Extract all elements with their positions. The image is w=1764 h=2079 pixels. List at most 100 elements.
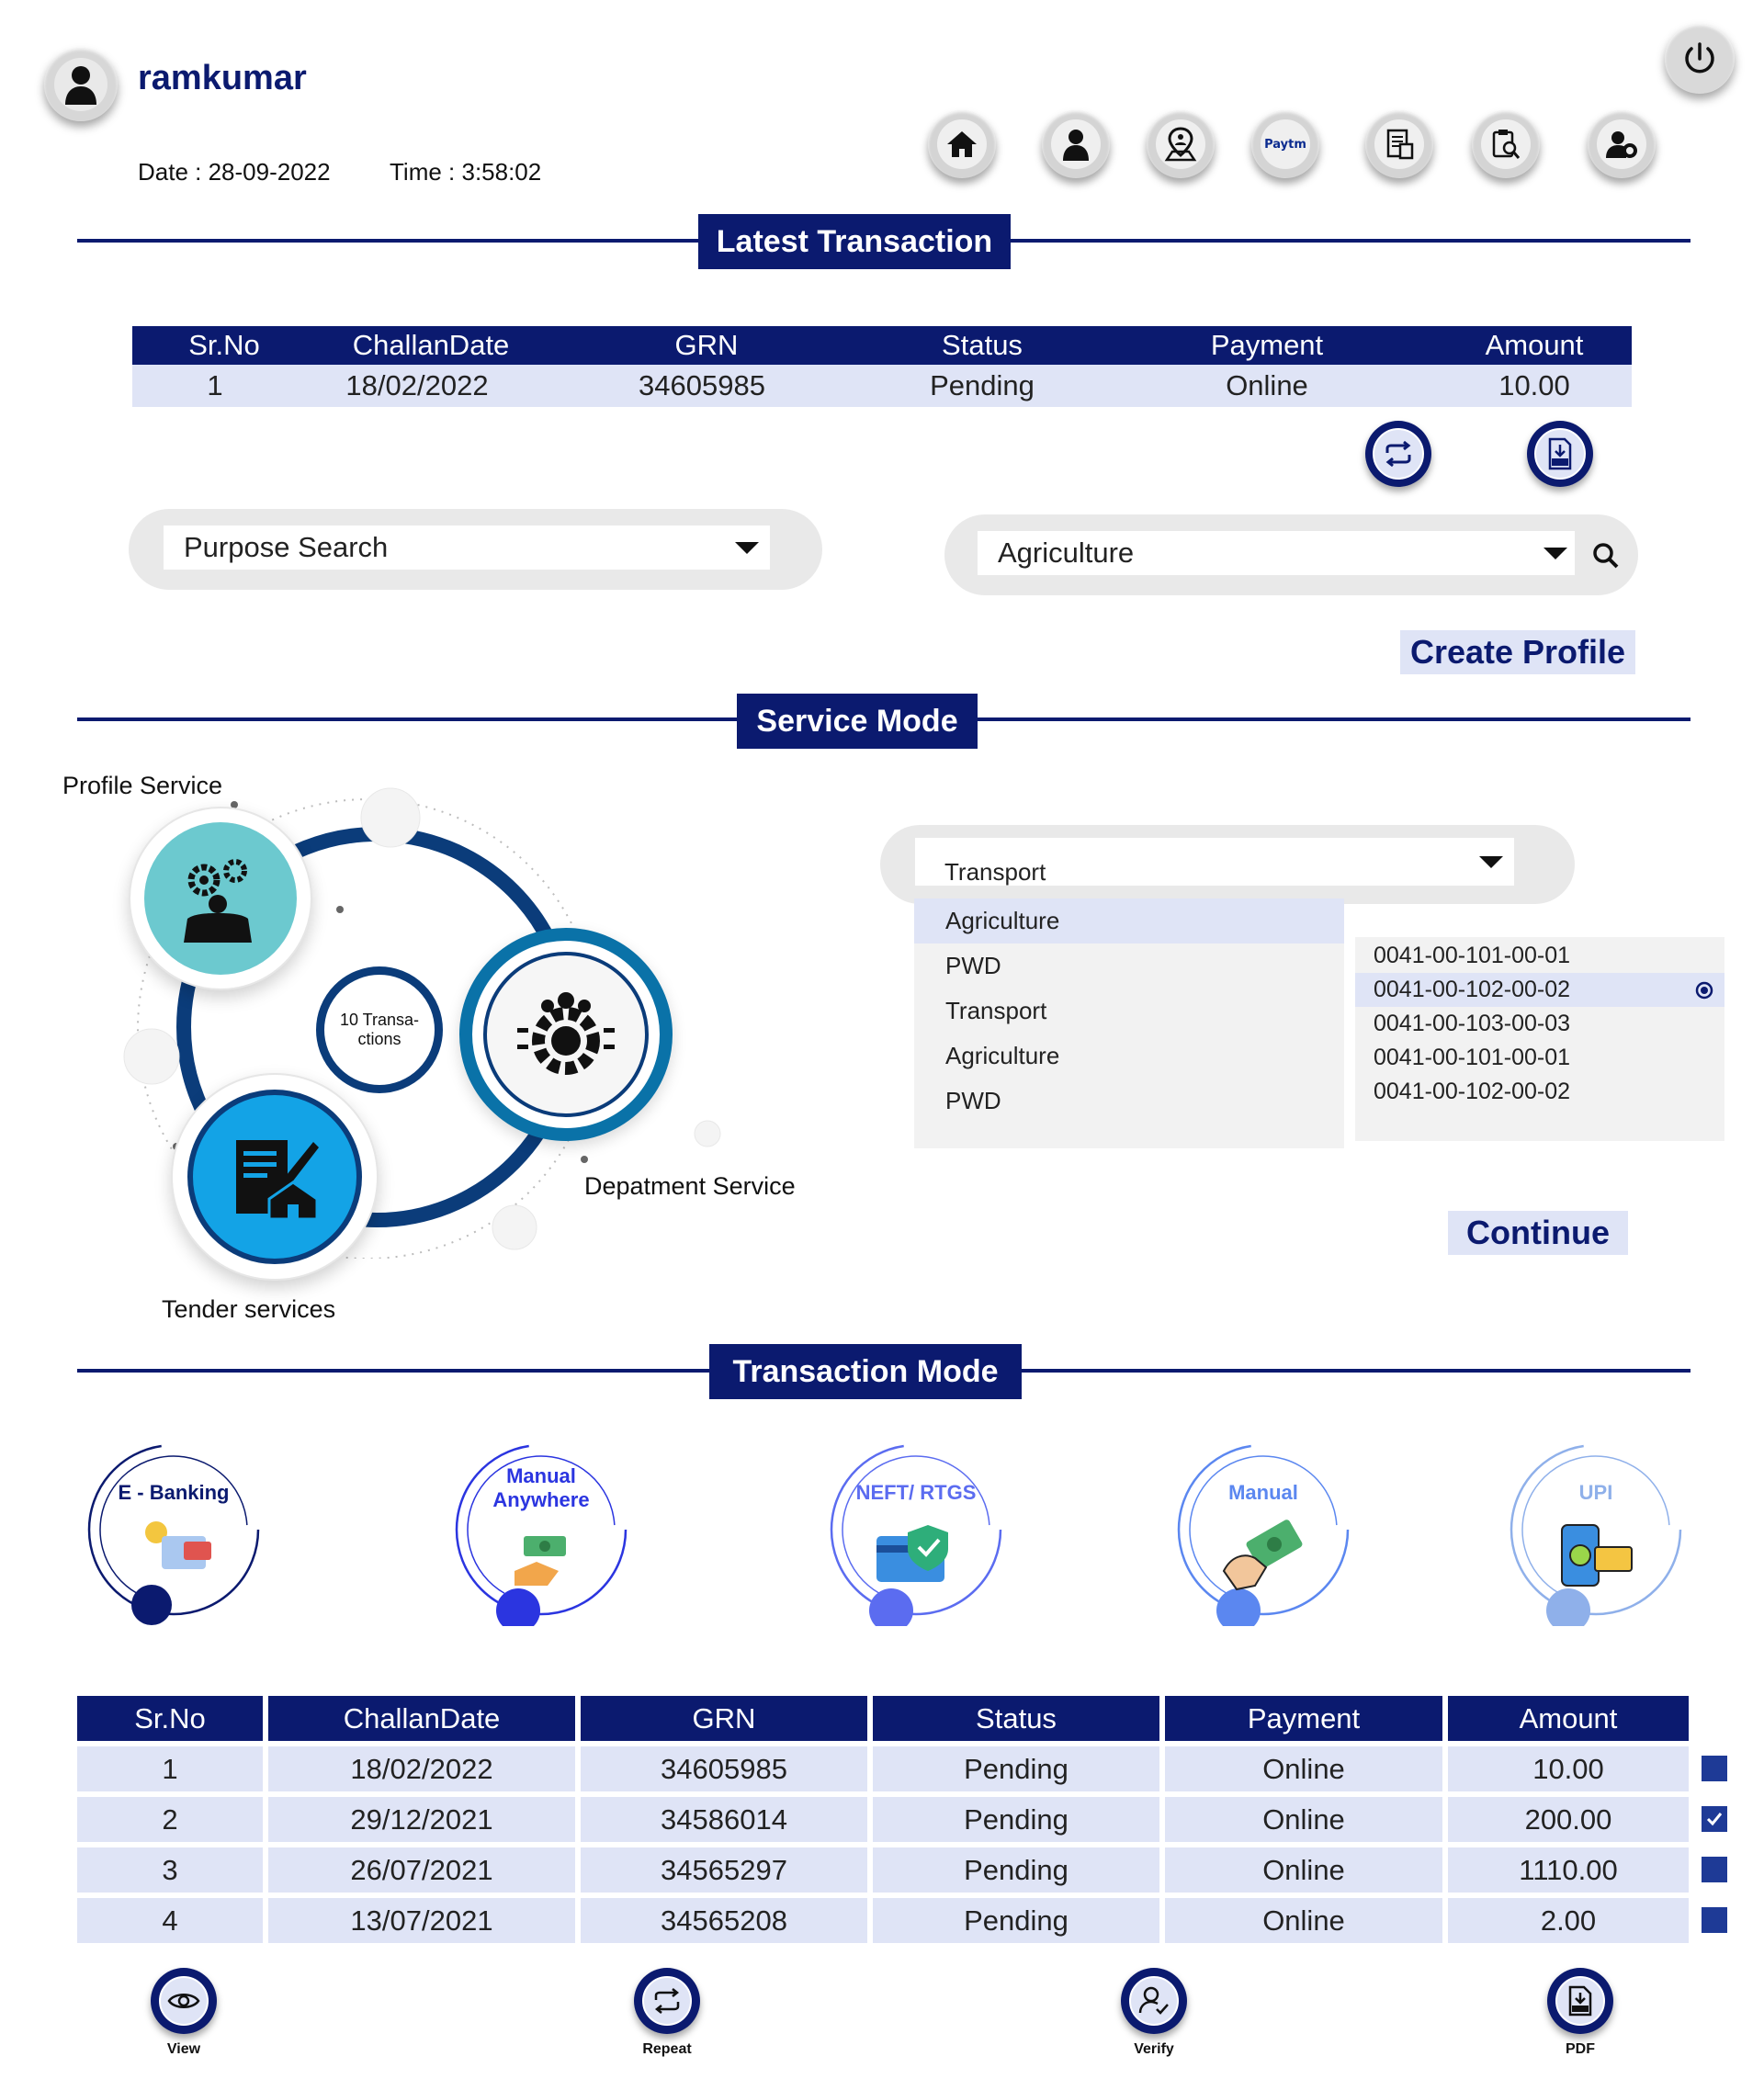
chevron-down-icon [1544, 548, 1567, 559]
user-icon [1063, 130, 1089, 161]
cell-payment: Online [1226, 369, 1308, 401]
pdf-download-button[interactable] [1547, 1968, 1613, 2034]
chevron-down-icon [1479, 856, 1503, 868]
cell-status: Pending [873, 1847, 1159, 1893]
eye-icon [167, 1994, 200, 2008]
mode-manual[interactable]: Manual [1167, 1433, 1360, 1633]
cell-status: Pending [930, 369, 1035, 401]
dropdown-option[interactable]: Transport [914, 989, 1344, 1034]
user-settings-icon [1606, 131, 1637, 158]
dropdown-option[interactable]: PWD [914, 1079, 1344, 1124]
service-dropdown[interactable]: Transport [915, 838, 1514, 886]
avatar[interactable] [44, 48, 118, 121]
home-button[interactable] [928, 110, 996, 178]
mode-label: E - Banking [118, 1481, 230, 1504]
row-checkbox[interactable] [1702, 1857, 1727, 1882]
tender-service-node[interactable] [171, 1073, 379, 1281]
purpose-search-dropdown[interactable]: Purpose Search [164, 525, 770, 570]
user-settings-button[interactable] [1588, 110, 1656, 178]
profile-service-node[interactable] [129, 807, 312, 990]
pdf-icon [1568, 1985, 1592, 2017]
repeat-button[interactable] [634, 1968, 700, 2034]
continue-button[interactable]: Continue [1448, 1211, 1628, 1255]
table-row[interactable]: 1 18/02/2022 34605985 Pending Online 10.… [132, 365, 1632, 407]
cell-grn: 34605985 [639, 369, 765, 401]
cell-grn: 34605985 [581, 1746, 867, 1791]
mode-neft-rtgs[interactable]: NEFT/ RTGS [820, 1433, 1012, 1633]
chevron-down-icon [735, 542, 759, 554]
head-code-text: 0041-00-102-00-02 [1374, 977, 1571, 1002]
head-code-option[interactable]: 0041-00-102-00-02 [1355, 1075, 1724, 1109]
cell-amount: 10.00 [1448, 1746, 1689, 1791]
verify-label: Verify [1134, 2041, 1174, 2057]
checkmark-icon [1706, 1813, 1723, 1826]
search-icon[interactable] [1592, 542, 1620, 570]
dropdown-option[interactable]: Agriculture [914, 898, 1344, 943]
mode-ring [830, 1443, 1002, 1633]
row-checkbox[interactable] [1702, 1907, 1727, 1933]
mode-manual-anywhere[interactable]: Manual Anywhere [445, 1433, 638, 1633]
cell-grn: 34565208 [581, 1898, 867, 1943]
column-header: Amount [1448, 1696, 1689, 1741]
purpose-search-value: Purpose Search [184, 531, 389, 563]
mode-label: Manual Anywhere [445, 1464, 638, 1512]
repeat-transaction-button[interactable] [1365, 421, 1431, 487]
department-search-container: Agriculture [944, 514, 1638, 595]
transaction-mode-title: Transaction Mode [709, 1344, 1022, 1399]
mode-ring [1177, 1443, 1350, 1633]
verify-button[interactable] [1121, 1968, 1187, 2034]
head-code-option[interactable]: 0041-00-103-00-03 [1355, 1007, 1724, 1041]
paytm-button[interactable]: Paytm [1251, 110, 1319, 178]
mode-label-line2: Anywhere [492, 1488, 590, 1511]
cell-amount: 1110.00 [1448, 1847, 1689, 1893]
department-service-node[interactable] [456, 928, 713, 1145]
profile-service-icon [184, 859, 252, 943]
view-label: View [166, 2041, 201, 2057]
location-icon [1164, 127, 1197, 162]
head-code-option[interactable]: 0041-00-101-00-01 [1355, 1041, 1724, 1075]
cell-date: 26/07/2021 [268, 1847, 575, 1893]
create-profile-button[interactable]: Create Profile [1400, 630, 1635, 674]
mode-e-banking[interactable]: E - Banking [77, 1433, 270, 1626]
profile-button[interactable] [1042, 110, 1110, 178]
cell-sr: 2 [77, 1797, 263, 1842]
mode-label: UPI [1578, 1481, 1613, 1504]
transaction-history-table: Sr.No ChallanDate GRN Status Payment Amo… [77, 1696, 1731, 1949]
cell-amount: 10.00 [1498, 369, 1570, 401]
mode-upi[interactable]: UPI [1499, 1433, 1692, 1633]
view-button[interactable] [151, 1968, 217, 2034]
mode-label-line1: Manual [506, 1464, 576, 1487]
power-button[interactable] [1665, 24, 1735, 94]
column-header: ChallanDate [268, 1696, 575, 1741]
radio-selected-icon [1695, 981, 1713, 1000]
search-document-button[interactable] [1472, 110, 1540, 178]
head-code-list: 0041-00-101-00-01 0041-00-102-00-02 0041… [1355, 937, 1724, 1141]
repeat-label: Repeat [642, 2041, 692, 2057]
pdf-button[interactable] [1527, 421, 1593, 487]
cell-sr: 1 [207, 369, 223, 401]
cell-sr: 4 [77, 1898, 263, 1943]
table-row[interactable]: 2 29/12/2021 34586014 Pending Online 200.00 [77, 1797, 1731, 1842]
transactions-count-node[interactable]: 10 Transa- ctions [316, 966, 443, 1093]
department-dropdown[interactable]: Agriculture [978, 531, 1575, 575]
cell-status: Pending [873, 1797, 1159, 1842]
cell-amount: 200.00 [1448, 1797, 1689, 1842]
dropdown-option[interactable]: Agriculture [914, 1034, 1344, 1079]
receipt-icon [1386, 129, 1414, 160]
table-row[interactable]: 4 13/07/2021 34565208 Pending Online 2.00 [77, 1898, 1731, 1943]
column-header: GRN [581, 1696, 867, 1741]
column-header: Sr.No [77, 1696, 263, 1741]
head-code-option[interactable]: 0041-00-101-00-01 [1355, 939, 1724, 973]
table-row[interactable]: 1 18/02/2022 34605985 Pending Online 10.00 [77, 1746, 1731, 1791]
tender-document-icon [236, 1140, 319, 1221]
location-button[interactable] [1147, 110, 1215, 178]
mode-ring [455, 1443, 628, 1633]
table-row[interactable]: 3 26/07/2021 34565297 Pending Online 1110.00 [77, 1847, 1731, 1893]
dropdown-option[interactable]: PWD [914, 943, 1344, 989]
column-header: Status [873, 1696, 1159, 1741]
row-checkbox[interactable] [1702, 1806, 1727, 1832]
receipt-button[interactable] [1365, 110, 1433, 178]
row-checkbox[interactable] [1702, 1756, 1727, 1781]
head-code-option[interactable]: 0041-00-102-00-02 [1355, 973, 1724, 1007]
column-header: Payment [1165, 1696, 1442, 1741]
